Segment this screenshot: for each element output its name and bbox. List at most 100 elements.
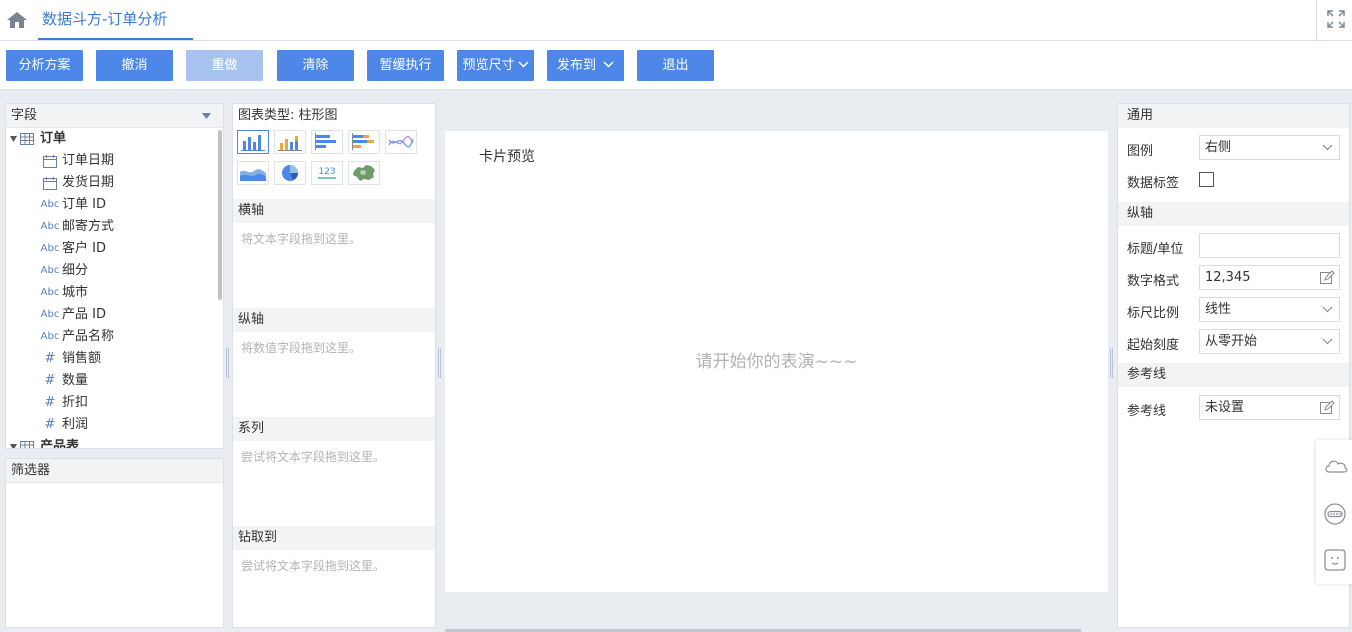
- field-item-label: 产品 ID: [62, 307, 106, 322]
- field-item-label: 数量: [62, 373, 89, 388]
- chat-icon[interactable]: [1323, 502, 1347, 526]
- series-drop-zone[interactable]: 尝试将文本字段拖到这里。: [241, 448, 385, 465]
- filters-panel[interactable]: 筛选器: [5, 458, 224, 628]
- map-chart-type[interactable]: [348, 161, 380, 185]
- line-chart-icon: [388, 135, 414, 148]
- splitter-middle[interactable]: [438, 348, 441, 378]
- field-item[interactable]: # 利润: [6, 414, 223, 436]
- tab-order-analysis[interactable]: 数据斗方-订单分析: [38, 0, 193, 40]
- fields-panel: 字段 订单 订单日期 发货日期 Abc 订单 ID Abc 邮寄方式 Abc 客户 ID Abc…: [5, 103, 224, 449]
- cloud-icon[interactable]: [1323, 454, 1348, 478]
- chart-type-label: 图表类型: 柱形图: [238, 108, 338, 123]
- text-field-icon: Abc: [40, 331, 60, 342]
- publish-to-label: 发布到: [556, 58, 596, 73]
- field-group-products[interactable]: 产品表: [6, 436, 223, 449]
- reference-line-value: 未设置: [1205, 400, 1245, 415]
- stacked-column-chart-type[interactable]: [274, 130, 306, 154]
- general-section-title: 通用: [1127, 108, 1154, 123]
- data-label-checkbox[interactable]: [1199, 172, 1214, 187]
- stacked-bar-chart-type[interactable]: [348, 130, 380, 154]
- y-axis-zone-title: 纵轴: [238, 312, 265, 327]
- data-label-label: 数据标签: [1127, 176, 1180, 191]
- reference-line-label: 参考线: [1127, 404, 1167, 419]
- field-item-label: 产品名称: [62, 329, 115, 344]
- analysis-plan-button[interactable]: 分析方案: [6, 50, 83, 81]
- field-item[interactable]: Abc 城市: [6, 282, 223, 304]
- reference-line-input[interactable]: 未设置: [1199, 395, 1340, 420]
- field-item[interactable]: # 销售额: [6, 348, 223, 370]
- filters-panel-header: 筛选器: [6, 459, 223, 483]
- number-format-input[interactable]: 12,345: [1199, 265, 1340, 290]
- table-icon: [20, 441, 34, 448]
- redo-label: 重做: [211, 58, 238, 73]
- y-axis-drop-zone[interactable]: 将数值字段拖到这里。: [241, 339, 361, 356]
- field-item[interactable]: # 数量: [6, 370, 223, 392]
- drill-zone-title: 钻取到: [238, 530, 278, 545]
- scale-value: 线性: [1205, 302, 1232, 317]
- field-item[interactable]: Abc 产品名称: [6, 326, 223, 348]
- undo-button[interactable]: 撤消: [96, 50, 173, 81]
- y-axis-zone-hint: 将数值字段拖到这里。: [241, 341, 362, 355]
- field-item[interactable]: Abc 产品 ID: [6, 304, 223, 326]
- x-axis-drop-zone[interactable]: 将文本字段拖到这里。: [241, 230, 361, 247]
- edit-icon[interactable]: [1319, 400, 1335, 416]
- edit-icon[interactable]: [1319, 270, 1335, 286]
- clear-label: 清除: [302, 58, 329, 73]
- expand-triangle-icon[interactable]: [10, 444, 17, 449]
- field-item[interactable]: 订单日期: [6, 150, 223, 172]
- number-field-icon: #: [44, 417, 56, 432]
- fullscreen-button[interactable]: [1316, 0, 1352, 40]
- floating-side-toolbar: [1316, 440, 1352, 584]
- legend-select[interactable]: 右侧: [1199, 135, 1340, 160]
- column-chart-icon: [241, 135, 265, 151]
- field-item[interactable]: Abc 细分: [6, 260, 223, 282]
- title-unit-input[interactable]: [1199, 233, 1340, 258]
- field-item-label: 销售额: [62, 351, 102, 366]
- pie-chart-icon: [282, 165, 298, 181]
- splitter-left[interactable]: [226, 348, 229, 378]
- home-icon[interactable]: [6, 10, 28, 30]
- card-preview-canvas[interactable]: 卡片预览 请开始你的表演~~~: [445, 131, 1108, 592]
- publish-to-dropdown[interactable]: 发布到: [547, 50, 624, 81]
- text-field-icon: Abc: [40, 221, 60, 232]
- pie-chart-type[interactable]: [274, 161, 306, 185]
- card-preview-title: 卡片预览: [479, 149, 535, 165]
- redo-button[interactable]: 重做: [186, 50, 263, 81]
- stacked-column-chart-icon: [278, 136, 302, 151]
- preview-size-dropdown[interactable]: 预览尺寸: [457, 50, 534, 81]
- field-item[interactable]: Abc 订单 ID: [6, 194, 223, 216]
- legend-value: 右侧: [1205, 140, 1232, 155]
- field-item[interactable]: # 折扣: [6, 392, 223, 414]
- line-chart-type[interactable]: [385, 130, 417, 154]
- bar-chart-type[interactable]: [311, 130, 343, 154]
- smiley-icon[interactable]: [1323, 548, 1347, 572]
- number-card-type[interactable]: 123: [311, 161, 343, 185]
- splitter-right[interactable]: [1110, 348, 1113, 378]
- chevron-down-icon: [517, 60, 529, 68]
- pause-execution-button[interactable]: 暂缓执行: [367, 50, 444, 81]
- drill-zone-header: 钻取到: [233, 526, 435, 550]
- reference-line-section-title: 参考线: [1127, 367, 1167, 382]
- y-axis-section-header: 纵轴: [1118, 202, 1349, 226]
- y-axis-section-title: 纵轴: [1127, 206, 1154, 221]
- scale-select[interactable]: 线性: [1199, 297, 1340, 322]
- clear-button[interactable]: 清除: [277, 50, 354, 81]
- exit-button[interactable]: 退出: [637, 50, 714, 81]
- vertical-scrollbar[interactable]: [218, 130, 222, 300]
- number-field-icon: #: [44, 395, 56, 410]
- text-field-icon: Abc: [40, 265, 60, 276]
- start-tick-select[interactable]: 从零开始: [1199, 329, 1340, 354]
- area-chart-type[interactable]: [237, 161, 269, 185]
- field-group-orders[interactable]: 订单: [6, 128, 223, 150]
- triangle-down-icon[interactable]: [202, 113, 211, 119]
- column-chart-type[interactable]: [237, 130, 269, 154]
- expand-triangle-icon[interactable]: [10, 136, 17, 142]
- number-format-label: 数字格式: [1127, 274, 1180, 289]
- toolbar: 分析方案 撤消 重做 清除 暂缓执行 预览尺寸 发布到 退出: [0, 41, 1352, 90]
- field-item[interactable]: 发货日期: [6, 172, 223, 194]
- field-item[interactable]: Abc 客户 ID: [6, 238, 223, 260]
- drill-drop-zone[interactable]: 尝试将文本字段拖到这里。: [241, 557, 385, 574]
- chart-type-header: 图表类型: 柱形图: [233, 104, 435, 128]
- canvas-placeholder: 请开始你的表演~~~: [695, 352, 858, 372]
- field-item[interactable]: Abc 邮寄方式: [6, 216, 223, 238]
